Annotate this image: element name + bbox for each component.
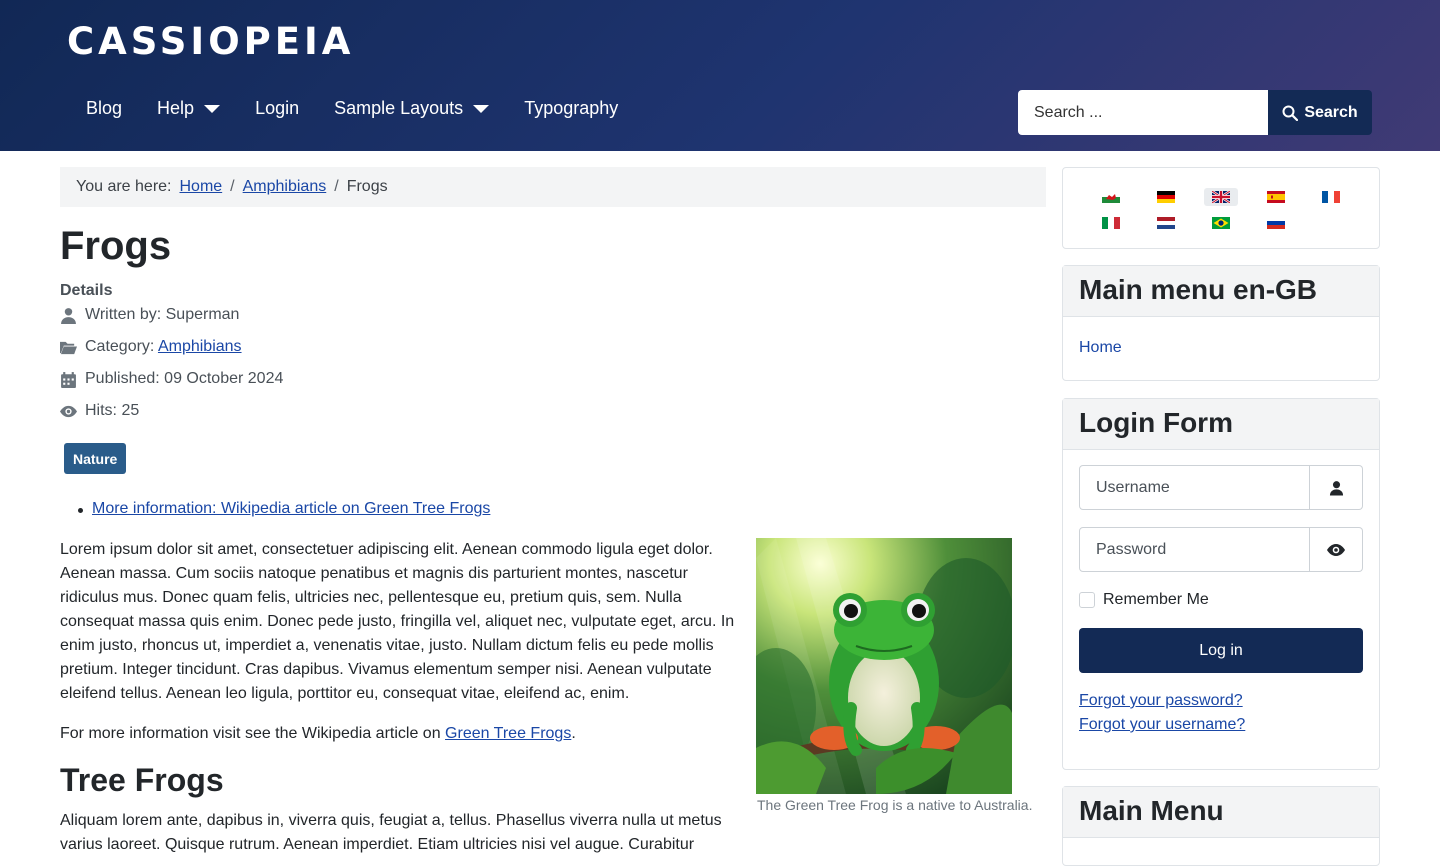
search-icon [1282,105,1299,121]
author-text: Written by: Superman [85,306,240,323]
flag-welsh[interactable] [1094,188,1128,206]
forgot-password-link[interactable]: Forgot your password? [1079,692,1243,710]
nav-item-help[interactable]: Help [141,94,236,123]
meta-published: Published: 09 October 2024 [60,370,283,388]
nav-item-sample-layouts[interactable]: Sample Layouts [318,94,505,123]
page-title: Frogs [60,224,172,268]
wikipedia-link[interactable]: More information: Wikipedia article on G… [92,500,490,517]
calendar-icon [61,371,76,388]
published-text: Published: 09 October 2024 [85,370,284,387]
remember-me-checkbox[interactable] [1079,592,1095,608]
green-tree-frogs-link[interactable]: Green Tree Frogs [445,725,571,742]
breadcrumb-separator: / [230,178,235,195]
list-item: More information: Wikipedia article on G… [92,500,490,518]
breadcrumb-home-link[interactable]: Home [179,178,222,196]
nav-item-login[interactable]: Login [239,94,315,123]
login-button[interactable]: Log in [1079,628,1363,673]
flag-spain-icon [1267,191,1285,203]
password-input[interactable] [1079,527,1310,572]
list-bullet [78,508,83,513]
flag-italy-icon [1102,217,1120,229]
flag-german[interactable] [1149,188,1183,206]
language-flags [1094,188,1369,232]
nav-item-label: Login [255,98,300,118]
flag-brazil-icon [1212,217,1230,229]
search-form: Search [1018,90,1372,135]
nav-item-typography[interactable]: Typography [508,94,634,123]
user-icon [1310,465,1363,510]
eye-icon[interactable] [1310,527,1363,572]
chevron-down-icon[interactable] [473,104,490,113]
paragraph-text: . [571,725,576,742]
remember-me-label[interactable]: Remember Me [1103,591,1209,609]
username-field [1079,465,1363,510]
frog-image [756,538,1012,794]
search-input[interactable] [1018,90,1268,135]
article-paragraph: Lorem ipsum dolor sit amet, consectetuer… [60,541,735,702]
flag-uk-icon [1212,191,1230,203]
site-header: CASSIOPEIA Blog Help Login Sample Layout… [0,0,1440,151]
hits-text: Hits: 25 [85,402,140,419]
meta-author: Written by: Superman [60,306,239,324]
article-paragraph: For more information visit see the Wikip… [60,722,740,746]
flag-netherlands-icon [1157,217,1175,229]
menu-item-home[interactable]: Home [1079,339,1122,356]
breadcrumb: You are here: Home / Amphibians / Frogs [60,167,1046,207]
nav-item-label: Sample Layouts [334,98,464,118]
meta-category: Category: Amphibians [60,338,242,356]
password-field [1079,527,1363,572]
flag-italian[interactable] [1094,214,1128,232]
nav-item-label: Help [157,98,195,118]
flag-germany-icon [1157,191,1175,203]
tag-badge[interactable]: Nature [64,443,127,474]
card-title: Main menu en-GB [1063,266,1379,317]
flag-wales-icon [1102,191,1120,203]
username-input[interactable] [1079,465,1310,510]
folder-open-icon [60,341,77,354]
card-title: Main Menu [1063,787,1379,838]
flag-russian[interactable] [1259,214,1293,232]
breadcrumb-prefix: You are here: [76,178,172,195]
category-link[interactable]: Amphibians [158,338,242,355]
category-prefix: Category: [85,338,158,355]
flag-russia-icon [1267,217,1285,229]
paragraph-text: For more information visit see the Wikip… [60,725,446,742]
nav-item-label: Typography [524,98,619,118]
main-menu-card: Main Menu [1062,786,1380,866]
flag-france-icon [1322,191,1340,203]
breadcrumb-amphibians-link[interactable]: Amphibians [243,178,327,196]
site-brand[interactable]: CASSIOPEIA [67,20,354,63]
nav-item-blog[interactable]: Blog [70,94,138,123]
search-button[interactable]: Search [1268,90,1372,135]
card-title: Login Form [1063,399,1379,450]
flag-portuguese-brazil[interactable] [1204,214,1238,232]
breadcrumb-separator: / [334,178,339,195]
details-label: Details [60,282,113,299]
section-heading: Tree Frogs [60,762,224,798]
main-menu-engb-card: Main menu en-GB Home [1062,265,1380,381]
image-caption: The Green Tree Frog is a native to Austr… [757,797,1033,813]
eye-icon [60,405,77,417]
flag-dutch[interactable] [1149,214,1183,232]
flag-french[interactable] [1314,188,1348,206]
flag-english-active[interactable] [1204,188,1238,206]
nav-item-label: Blog [86,98,123,118]
main-nav: Blog Help Login Sample Layouts Typograph… [70,94,637,123]
breadcrumb-current: Frogs [346,178,388,195]
user-icon [61,307,76,324]
flag-spanish[interactable] [1259,188,1293,206]
forgot-username-link[interactable]: Forgot your username? [1079,716,1245,734]
search-button-label: Search [1304,103,1358,121]
login-form-card: Login Form [1062,398,1380,770]
chevron-down-icon[interactable] [204,104,221,113]
meta-hits: Hits: 25 [60,402,139,420]
